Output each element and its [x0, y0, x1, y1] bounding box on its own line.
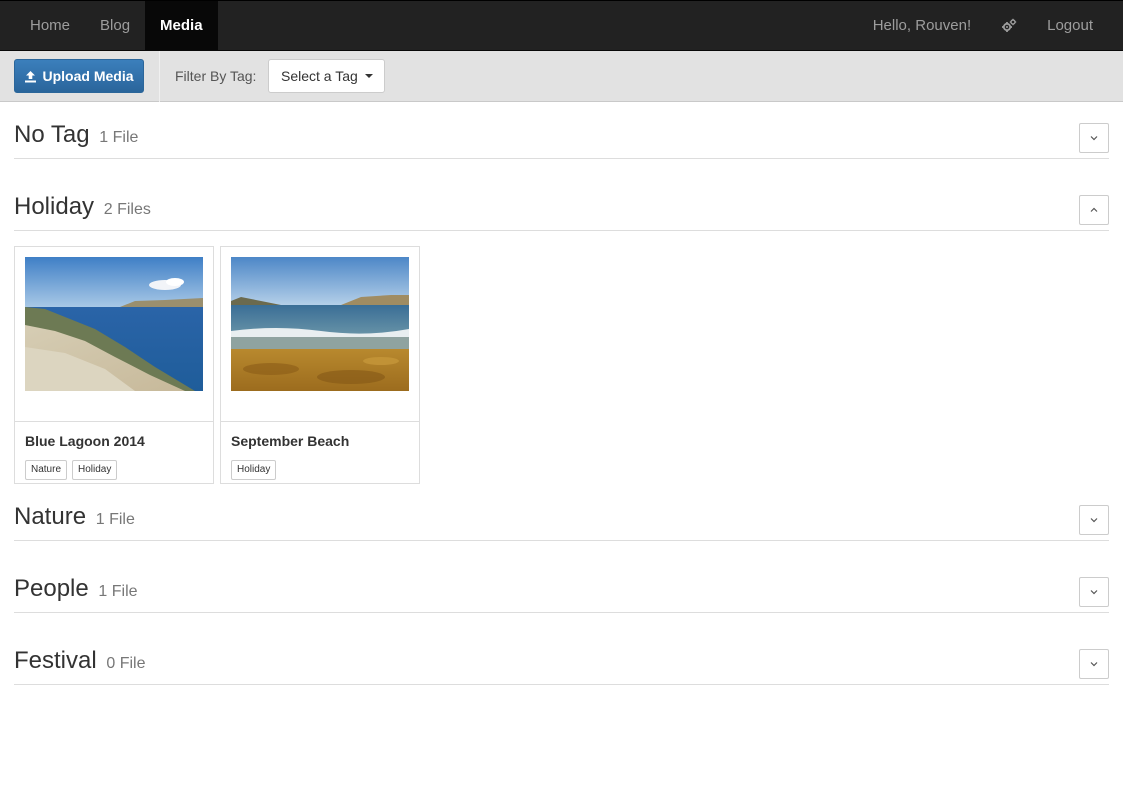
card-divider: [221, 421, 419, 422]
media-tag[interactable]: Nature: [25, 460, 68, 480]
expand-section-button[interactable]: [1079, 123, 1109, 153]
media-tags: Holiday: [231, 460, 277, 480]
section-header: Holiday 2 Files: [14, 174, 1109, 231]
tag-section-nature: Nature 1 File: [14, 484, 1109, 541]
chevron-up-icon: [1090, 207, 1098, 212]
caret-down-icon: [364, 74, 373, 78]
media-title[interactable]: Blue Lagoon 2014: [25, 433, 145, 449]
section-header: Nature 1 File: [14, 484, 1109, 541]
toolbar-divider: [159, 51, 160, 102]
lagoon-photo: [25, 257, 203, 391]
expand-section-button[interactable]: [1079, 505, 1109, 535]
tag-filter-value: Select a Tag: [281, 68, 358, 84]
filter-by-tag-label: Filter By Tag:: [175, 68, 257, 84]
section-file-count: 1 File: [95, 511, 135, 528]
section-file-count: 1 File: [99, 129, 139, 146]
section-title: No Tag 1 File: [14, 121, 139, 148]
settings-button[interactable]: [986, 1, 1032, 51]
media-thumbnail-lagoon[interactable]: [25, 257, 203, 391]
section-header: No Tag 1 File: [14, 102, 1109, 159]
chevron-down-icon: [1090, 518, 1098, 523]
expand-section-button[interactable]: [1079, 649, 1109, 679]
section-file-count: 2 Files: [103, 201, 151, 218]
section-title: Nature 1 File: [14, 503, 135, 530]
top-navbar: Home Blog Media Hello, Rouven! Logout: [0, 0, 1123, 51]
media-thumbnail-beach[interactable]: [231, 257, 409, 391]
tag-section-festival: Festival 0 File: [14, 628, 1109, 685]
section-header: Festival 0 File: [14, 628, 1109, 685]
user-nav: Hello, Rouven! Logout: [858, 1, 1108, 51]
collapse-section-button[interactable]: [1079, 195, 1109, 225]
upload-icon: [25, 70, 37, 82]
chevron-down-icon: [1090, 136, 1098, 141]
main-nav: Home Blog Media: [15, 1, 218, 51]
media-title[interactable]: September Beach: [231, 433, 349, 449]
tag-section-people: People 1 File: [14, 556, 1109, 613]
section-title: People 1 File: [14, 575, 138, 602]
media-card[interactable]: Blue Lagoon 2014 Nature Holiday: [14, 246, 214, 484]
nav-item-media[interactable]: Media: [145, 1, 218, 51]
beach-photo: [231, 257, 409, 391]
media-card[interactable]: September Beach Holiday: [220, 246, 420, 484]
media-tag[interactable]: Holiday: [72, 460, 118, 480]
chevron-down-icon: [1090, 662, 1098, 667]
section-title: Holiday 2 Files: [14, 193, 151, 220]
media-tags: Nature Holiday: [25, 460, 118, 480]
nav-item-home[interactable]: Home: [15, 1, 85, 51]
card-divider: [15, 421, 213, 422]
upload-media-label: Upload Media: [42, 68, 134, 84]
media-toolbar: Upload Media Filter By Tag: Select a Tag: [0, 51, 1123, 102]
tag-section-holiday: Holiday 2 Files: [14, 174, 1109, 231]
section-file-count: 0 File: [106, 655, 146, 672]
user-greeting[interactable]: Hello, Rouven!: [858, 1, 986, 51]
expand-section-button[interactable]: [1079, 577, 1109, 607]
gears-icon: [1002, 18, 1017, 32]
upload-media-button[interactable]: Upload Media: [14, 59, 144, 93]
nav-item-blog[interactable]: Blog: [85, 1, 145, 51]
media-tag[interactable]: Holiday: [231, 460, 277, 480]
tag-section-no-tag: No Tag 1 File: [14, 102, 1109, 159]
section-header: People 1 File: [14, 556, 1109, 613]
logout-link[interactable]: Logout: [1032, 1, 1108, 51]
section-title: Festival 0 File: [14, 647, 146, 674]
holiday-media-grid: Blue Lagoon 2014 Nature Holiday Septembe…: [14, 246, 420, 484]
chevron-down-icon: [1090, 590, 1098, 595]
tag-filter-dropdown[interactable]: Select a Tag: [268, 59, 385, 93]
section-file-count: 1 File: [98, 583, 138, 600]
